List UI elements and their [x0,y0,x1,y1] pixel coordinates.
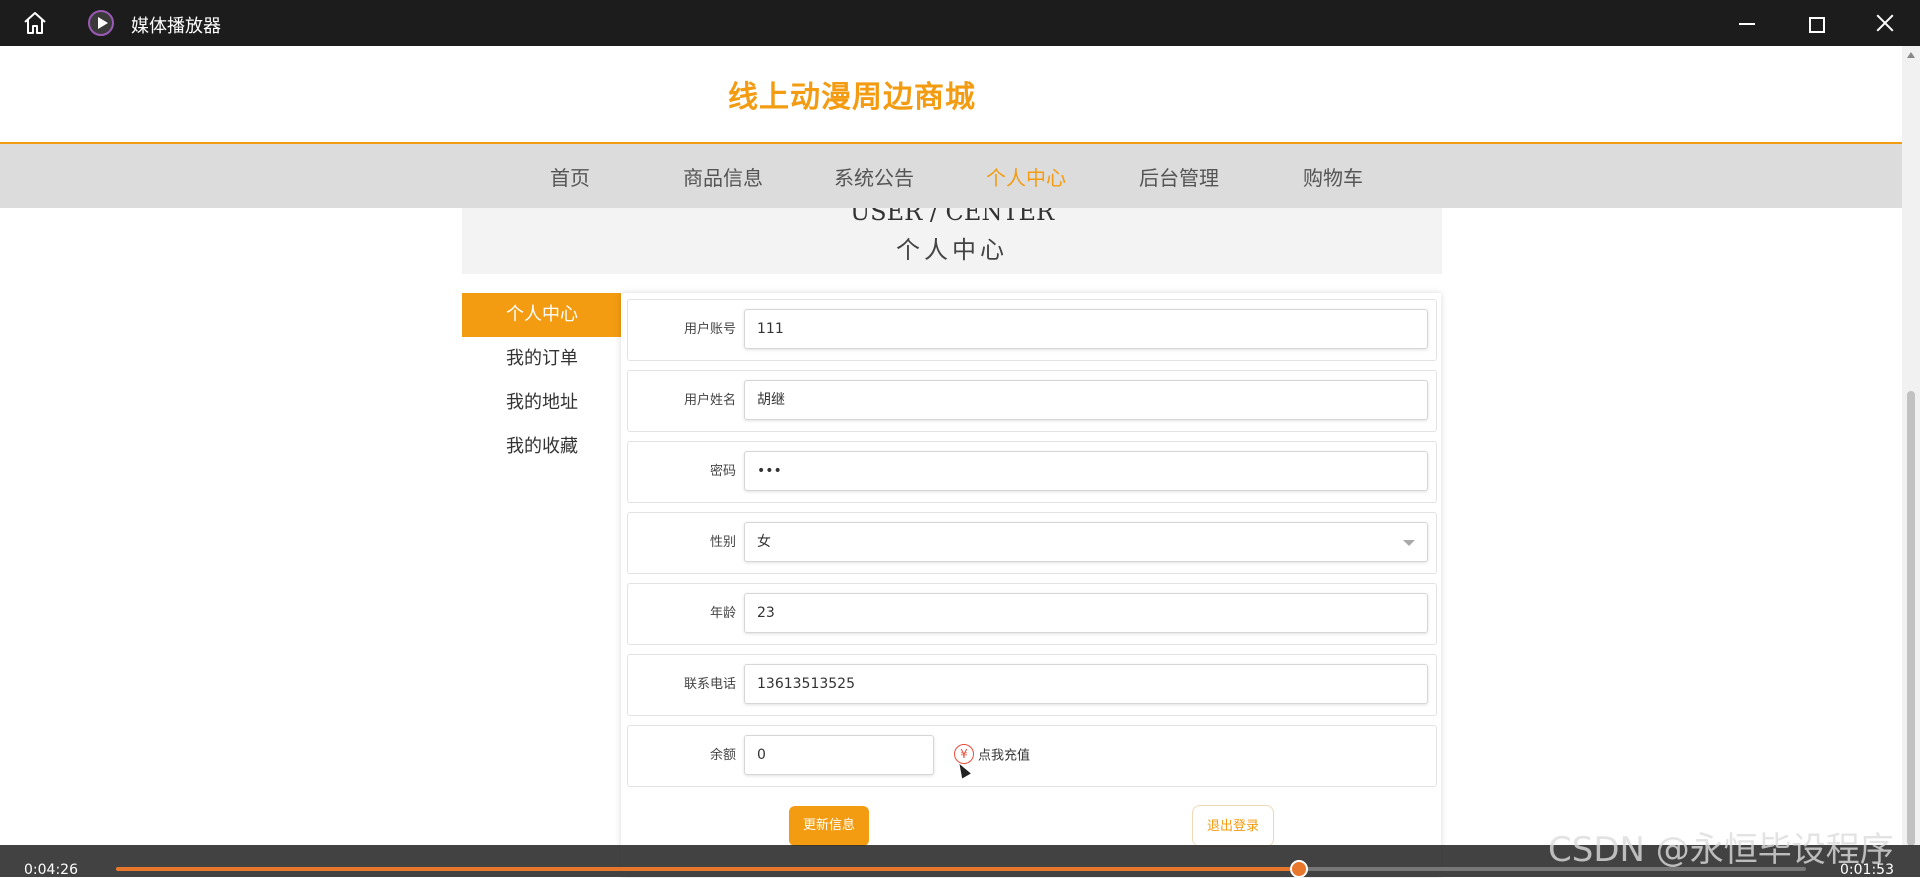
form-row-balance: 余额 0 ¥ 点我充值 [627,725,1437,787]
phone-label: 联系电话 [683,677,736,692]
nav-item-user-center[interactable]: 个人中心 [986,162,1066,191]
form-row-name: 用户姓名 胡继 [627,370,1437,432]
name-label: 用户姓名 [683,393,736,408]
recharge-label: 点我充值 [978,748,1031,764]
home-icon[interactable] [22,11,48,35]
name-input[interactable]: 胡继 [744,380,1428,420]
window-title: 媒体播放器 [131,16,221,37]
scroll-up-icon[interactable] [1907,52,1915,58]
window-titlebar: 媒体播放器 [0,0,1920,46]
update-info-button[interactable]: 更新信息 [789,806,869,846]
sidebar-item-orders[interactable]: 我的订单 [462,337,622,381]
account-label: 用户账号 [683,322,736,337]
close-button[interactable] [1865,8,1905,38]
balance-label: 余额 [709,748,736,763]
nav-item-home[interactable]: 首页 [550,162,590,191]
media-player-icon [88,10,114,36]
nav-item-cart[interactable]: 购物车 [1303,162,1363,191]
main-navbar: 首页 商品信息 系统公告 个人中心 后台管理 购物车 [0,144,1902,208]
form-row-phone: 联系电话 13613513525 [627,654,1437,716]
password-input[interactable]: ••• [744,451,1428,491]
nav-item-products[interactable]: 商品信息 [683,162,763,191]
watermark-text: CSDN @永恒毕设程序 [1548,830,1894,870]
recharge-link[interactable]: ¥ 点我充值 [954,744,1030,764]
scrollbar-thumb[interactable] [1907,391,1915,846]
nav-item-announcements[interactable]: 系统公告 [834,162,914,191]
age-input[interactable]: 23 [744,593,1428,633]
form-row-password: 密码 ••• [627,441,1437,503]
balance-input[interactable]: 0 [744,735,934,775]
gender-label: 性别 [709,535,736,550]
nav-item-admin[interactable]: 后台管理 [1139,162,1219,191]
form-row-account: 用户账号 111 [627,299,1437,361]
form-row-gender: 性别 女 [627,512,1437,574]
sidebar-item-user-center[interactable]: 个人中心 [462,293,622,337]
user-sidebar: 个人中心 我的订单 我的地址 我的收藏 [462,293,623,877]
form-row-age: 年龄 23 [627,583,1437,645]
age-label: 年龄 [709,606,736,621]
gender-select[interactable]: 女 [744,522,1428,562]
maximize-button[interactable] [1795,8,1835,38]
current-time: 0:04:26 [24,862,78,878]
sidebar-item-addresses[interactable]: 我的地址 [462,381,622,425]
section-title-en: USER / CENTER [849,208,1055,226]
account-input[interactable]: 111 [744,309,1428,349]
site-title[interactable]: 线上动漫周边商城 [728,72,976,116]
seek-bar-progress [116,867,1299,871]
gender-value: 女 [757,534,771,550]
seek-bar-handle[interactable] [1290,860,1308,878]
profile-form: 用户账号 111 用户姓名 胡继 密码 ••• 性别 女 年龄 23 联系电话 … [621,293,1441,877]
chevron-down-icon [1403,540,1415,546]
page-scrollbar[interactable] [1902,46,1920,846]
section-title-cn: 个人中心 [896,236,1008,264]
sidebar-item-favorites[interactable]: 我的收藏 [462,425,622,469]
password-label: 密码 [709,464,736,479]
section-header: USER / CENTER 个人中心 [462,208,1442,274]
phone-input[interactable]: 13613513525 [744,664,1428,704]
minimize-button[interactable] [1727,8,1767,38]
logout-button[interactable]: 退出登录 [1192,805,1274,847]
